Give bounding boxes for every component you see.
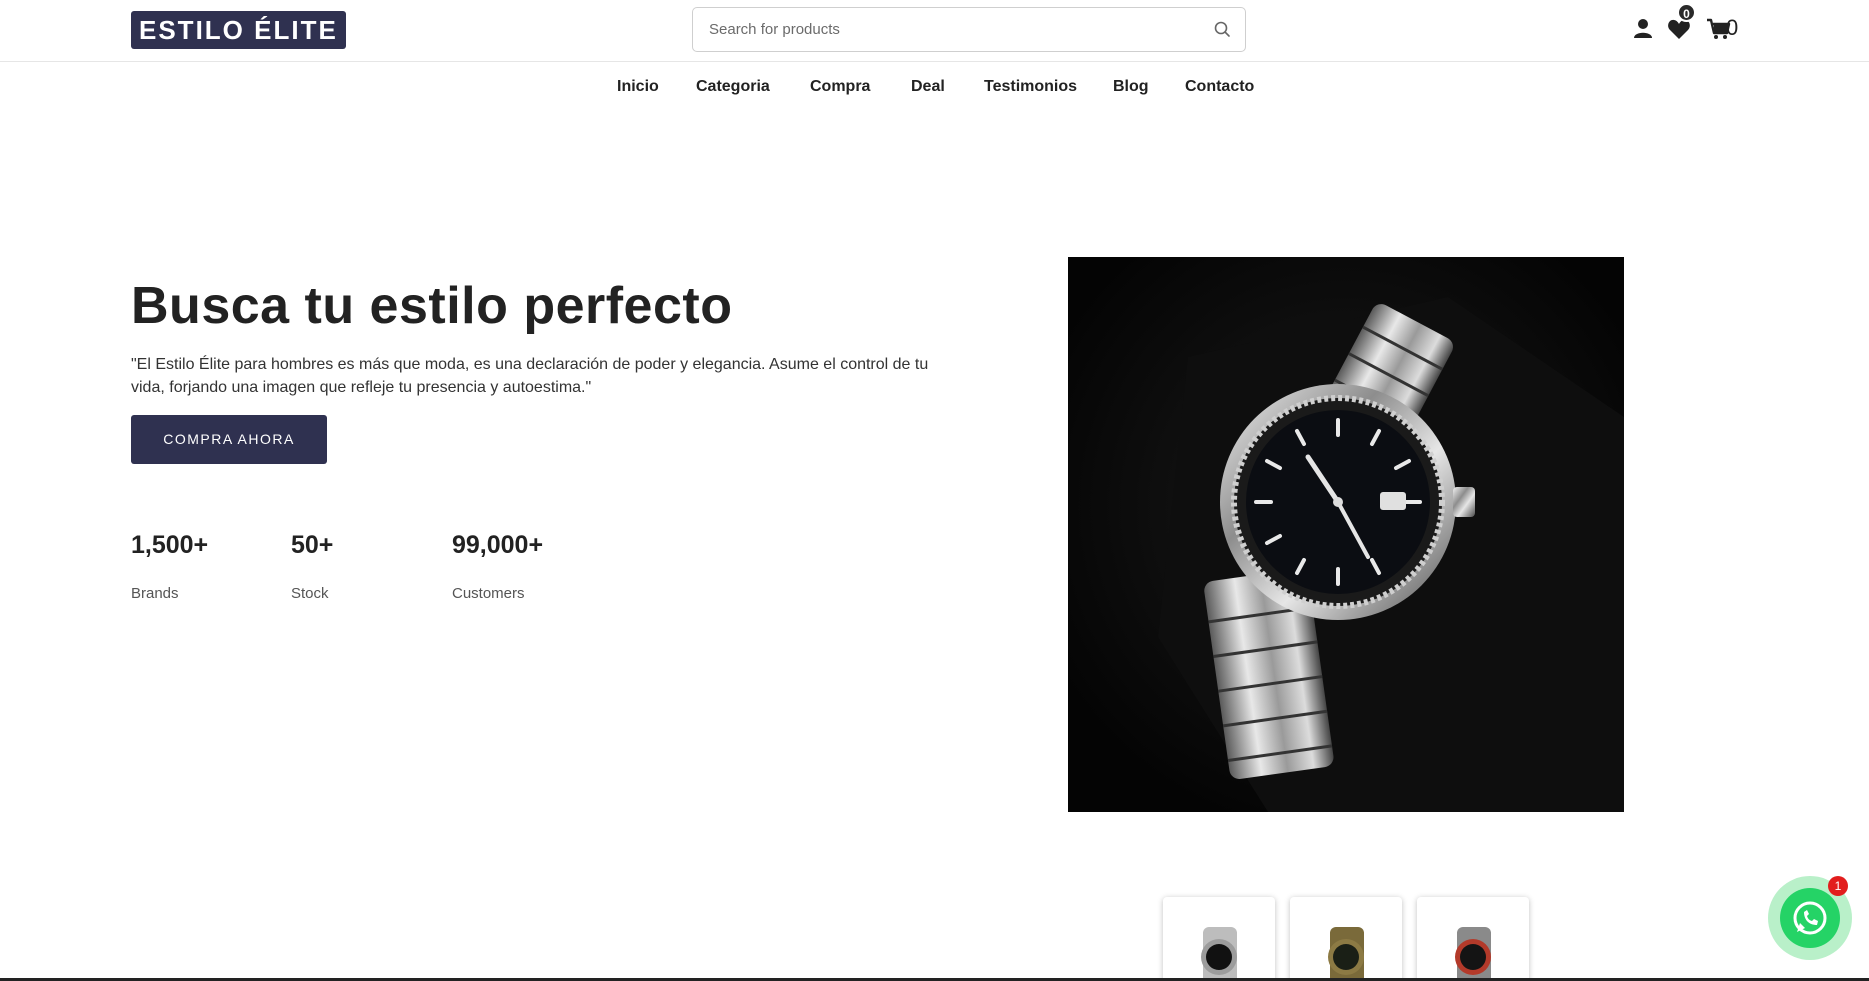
nav-item-blog[interactable]: Blog xyxy=(1113,78,1149,96)
stat-customers-value: 99,000+ xyxy=(452,531,544,559)
search-input[interactable] xyxy=(709,8,1189,51)
stat-stock-value: 50+ xyxy=(291,531,334,559)
nav-item-inicio[interactable]: Inicio xyxy=(617,78,659,96)
user-icon[interactable] xyxy=(1630,12,1660,46)
nav-item-contacto[interactable]: Contacto xyxy=(1185,78,1254,96)
whatsapp-icon xyxy=(1780,888,1840,948)
wishlist-count-badge: 0 xyxy=(1677,3,1696,22)
nav-item-testimonios[interactable]: Testimonios xyxy=(984,78,1077,96)
nav-item-deal[interactable]: Deal xyxy=(911,78,945,96)
product-thumbnail[interactable] xyxy=(1417,897,1529,981)
product-thumbnail[interactable] xyxy=(1163,897,1275,981)
nav-item-categoria[interactable]: Categoria xyxy=(696,78,770,96)
hero-watch-image xyxy=(1068,257,1624,812)
stat-brands-value: 1,500+ xyxy=(131,531,209,559)
search-icon[interactable] xyxy=(1211,18,1235,42)
cart-count: 0 xyxy=(1726,15,1739,40)
product-thumbnail[interactable] xyxy=(1290,897,1402,981)
stat-customers-label: Customers xyxy=(452,585,525,602)
nav-item-compra[interactable]: Compra xyxy=(810,78,870,96)
hero-quote: "El Estilo Élite para hombres es más que… xyxy=(131,356,929,396)
site-logo[interactable]: ESTILO ÉLITE xyxy=(131,11,346,49)
hero-title: Busca tu estilo perfecto xyxy=(131,277,733,335)
stat-brands-label: Brands xyxy=(131,585,179,602)
stat-stock-label: Stock xyxy=(291,585,329,602)
site-header: ESTILO ÉLITE 0 xyxy=(0,0,1869,62)
wishlist-button[interactable]: 0 xyxy=(1666,3,1696,46)
whatsapp-button[interactable]: 1 xyxy=(1768,876,1852,960)
shop-now-button[interactable]: COMPRA AHORA xyxy=(131,415,327,464)
whatsapp-notification-badge: 1 xyxy=(1828,876,1848,896)
main-nav: Inicio Categoria Compra Deal Testimonios… xyxy=(0,62,1869,114)
search-bar xyxy=(692,7,1246,52)
